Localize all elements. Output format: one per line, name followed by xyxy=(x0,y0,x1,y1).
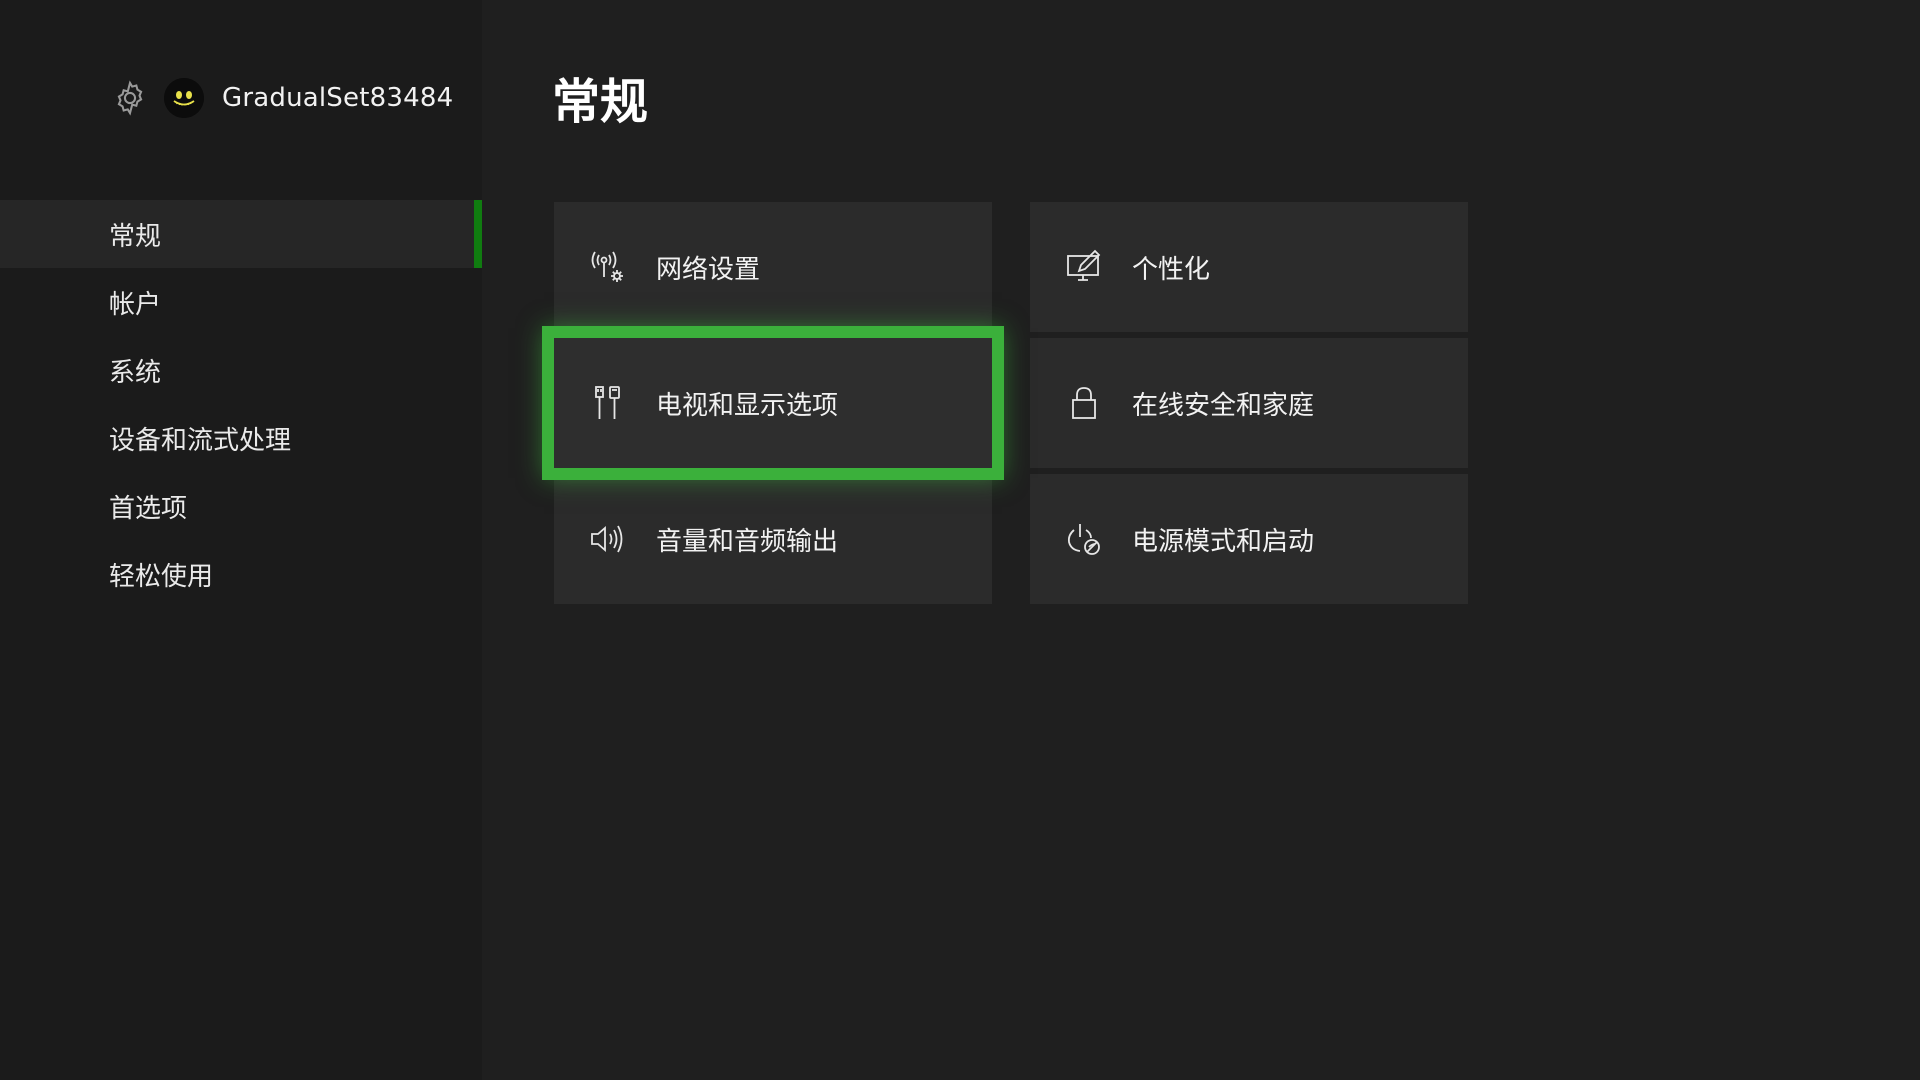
volume-icon xyxy=(586,517,630,561)
sidebar-item-account[interactable]: 帐户 xyxy=(0,268,482,336)
tile-label: 网络设置 xyxy=(656,254,761,285)
sidebar-item-label: 设备和流式处理 xyxy=(109,425,292,456)
page-title: 常规 xyxy=(552,74,649,130)
sidebar-item-label: 帐户 xyxy=(109,289,162,320)
sidebar-item-devices-streaming[interactable]: 设备和流式处理 xyxy=(0,404,482,472)
gear-icon xyxy=(110,78,150,118)
tv-display-icon xyxy=(586,381,630,425)
sidebar-item-label: 系统 xyxy=(109,357,162,388)
sidebar-item-system[interactable]: 系统 xyxy=(0,336,482,404)
sidebar-item-ease-of-access[interactable]: 轻松使用 xyxy=(0,540,482,608)
gamertag: GradualSet83484 xyxy=(222,83,454,113)
sidebar-item-label: 轻松使用 xyxy=(109,561,214,592)
tile-personalization[interactable]: 个性化 xyxy=(1030,202,1468,332)
sidebar: GradualSet83484 常规 帐户 系统 设备和流式处理 首选项 轻松使… xyxy=(0,0,482,1080)
tile-online-safety-family[interactable]: 在线安全和家庭 xyxy=(1030,338,1468,468)
profile-header: GradualSet83484 xyxy=(110,76,453,120)
sidebar-nav: 常规 帐户 系统 设备和流式处理 首选项 轻松使用 xyxy=(0,200,482,608)
tile-label: 电视和显示选项 xyxy=(656,390,839,421)
tile-label: 在线安全和家庭 xyxy=(1132,390,1315,421)
tile-label: 音量和音频输出 xyxy=(656,526,839,557)
personalization-icon xyxy=(1062,245,1106,289)
tile-label: 电源模式和启动 xyxy=(1132,526,1315,557)
network-settings-icon xyxy=(586,245,630,289)
sidebar-item-preferences[interactable]: 首选项 xyxy=(0,472,482,540)
tile-tv-display-options[interactable]: 电视和显示选项 xyxy=(542,326,1004,480)
sidebar-item-general[interactable]: 常规 xyxy=(0,200,482,268)
avatar[interactable] xyxy=(164,78,204,118)
sidebar-item-label: 常规 xyxy=(109,221,162,252)
tile-power-mode-startup[interactable]: 电源模式和启动 xyxy=(1030,474,1468,604)
sidebar-item-label: 首选项 xyxy=(109,493,188,524)
lock-icon xyxy=(1062,381,1106,425)
settings-screen: GradualSet83484 常规 帐户 系统 设备和流式处理 首选项 轻松使… xyxy=(0,0,1920,1080)
power-mode-icon xyxy=(1062,517,1106,561)
tile-volume-audio-output[interactable]: 音量和音频输出 xyxy=(554,474,992,604)
tile-label: 个性化 xyxy=(1132,254,1211,285)
tile-network-settings[interactable]: 网络设置 xyxy=(554,202,992,332)
